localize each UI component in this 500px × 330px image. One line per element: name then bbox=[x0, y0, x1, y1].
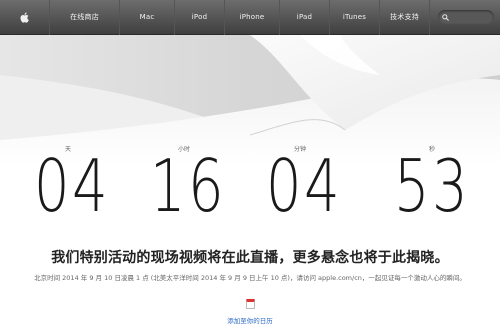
calendar-block: 添加至你的日历 bbox=[0, 294, 500, 325]
nav-item-ipad[interactable]: iPad bbox=[280, 0, 330, 35]
nav-item-iphone[interactable]: iPhone bbox=[225, 0, 280, 35]
apple-logo-button[interactable] bbox=[0, 0, 50, 35]
search-input[interactable] bbox=[438, 10, 494, 24]
search-area bbox=[430, 0, 500, 35]
apple-icon bbox=[20, 12, 29, 23]
search-icon bbox=[442, 13, 449, 21]
hours-value: 16 bbox=[149, 144, 227, 228]
minutes-value: 04 bbox=[265, 144, 343, 228]
event-headline: 我们特别活动的现场视频将在此直播，更多悬念也将于此揭晓。 bbox=[51, 250, 449, 266]
event-schedule-text: 北京时间 2014 年 9 月 10 日凌晨 1 点 (北美太平洋时间 2014… bbox=[34, 274, 466, 282]
calendar-icon[interactable] bbox=[245, 299, 255, 309]
nav-item-mac[interactable]: Mac bbox=[120, 0, 175, 35]
days-value: 04 bbox=[33, 144, 111, 228]
global-nav: 在线商店 Mac iPod iPhone iPad iTunes 技术支持 bbox=[0, 0, 500, 35]
nav-item-online-store[interactable]: 在线商店 bbox=[50, 0, 120, 35]
nav-item-itunes[interactable]: iTunes bbox=[330, 0, 380, 35]
seconds-value: 53 bbox=[393, 144, 471, 228]
add-to-calendar-link[interactable]: 添加至你的日历 bbox=[0, 315, 500, 325]
nav-item-ipod[interactable]: iPod bbox=[175, 0, 225, 35]
nav-item-support[interactable]: 技术支持 bbox=[380, 0, 430, 35]
